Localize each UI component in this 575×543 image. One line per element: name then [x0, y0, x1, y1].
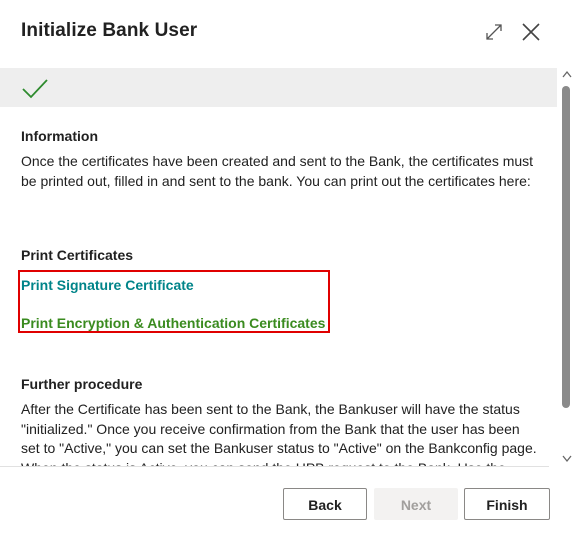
- back-button[interactable]: Back: [283, 488, 367, 520]
- close-icon[interactable]: [520, 21, 542, 43]
- expand-icon[interactable]: [484, 22, 504, 42]
- scroll-down-icon[interactable]: [562, 455, 572, 463]
- initialize-bank-user-dialog: Initialize Bank User Information Once th…: [0, 0, 575, 543]
- information-heading: Information: [21, 128, 98, 144]
- dialog-title: Initialize Bank User: [21, 20, 198, 41]
- status-band: [0, 68, 557, 107]
- print-certificates-heading: Print Certificates: [21, 247, 134, 263]
- content-divider: [0, 466, 549, 467]
- next-button[interactable]: Next: [374, 488, 458, 520]
- checkmark-icon: [22, 79, 48, 99]
- print-encryption-authentication-certificates-link[interactable]: Print Encryption & Authentication Certif…: [21, 315, 325, 331]
- further-procedure-heading: Further procedure: [21, 376, 143, 392]
- further-procedure-text: After the Certificate has been sent to t…: [21, 401, 537, 466]
- scrollbar-thumb[interactable]: [562, 86, 570, 408]
- scroll-up-icon[interactable]: [562, 70, 572, 78]
- dialog-content[interactable]: Information Once the certificates have b…: [0, 68, 557, 466]
- information-text: Once the certificates have been created …: [21, 153, 534, 189]
- finish-button[interactable]: Finish: [464, 488, 550, 520]
- print-signature-certificate-link[interactable]: Print Signature Certificate: [21, 277, 194, 293]
